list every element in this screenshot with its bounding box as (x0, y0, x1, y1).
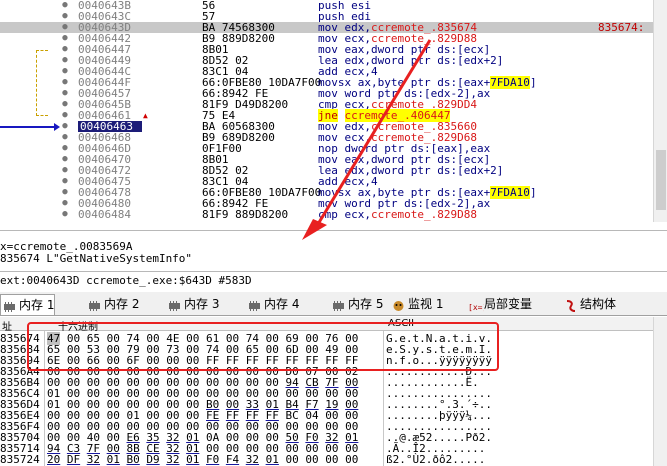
svg-text:[x=]: [x=] (468, 303, 484, 312)
instruction-comment: 835674: (598, 21, 645, 34)
hex-byte[interactable]: 00 (325, 453, 338, 466)
tab-label: 内存 5 (348, 297, 384, 311)
memory-icon (248, 298, 261, 311)
tab-5[interactable]: 内存 5 (330, 294, 383, 315)
breakpoint-dot[interactable]: ● (60, 55, 70, 66)
tab-7[interactable]: [x=]局部变量 (466, 294, 532, 315)
tab-label: 结构体 (580, 297, 617, 311)
breakpoint-dot[interactable]: ● (60, 22, 70, 33)
instruction-text: cmp ecx,ccremote_.829D88 (318, 209, 594, 220)
tab-label: 局部变量 (484, 297, 533, 311)
tab-1[interactable]: 内存 1 (0, 294, 56, 315)
hex-byte[interactable]: 32 (166, 453, 179, 466)
status-line: ext:0040643D ccremote_.exe:$643D #583D (0, 271, 667, 288)
tab-8[interactable]: 结构体 (562, 294, 616, 315)
tab-label: 内存 4 (264, 297, 300, 311)
scrollbar-thumb[interactable] (656, 150, 666, 210)
breakpoint-dot[interactable]: ● (60, 33, 70, 44)
breakpoint-dot[interactable]: ● (60, 44, 70, 55)
breakpoint-dot[interactable]: ● (60, 110, 70, 121)
tab-label: 内存 2 (104, 297, 140, 311)
memory-icon (168, 298, 181, 311)
disassembly-view[interactable]: ● 0040643B 56 push esi ● 0040643C 57 push edi ● 0… (0, 0, 667, 222)
struct-icon (564, 298, 577, 312)
hex-byte[interactable]: 32 (246, 453, 259, 466)
tab-2[interactable]: 内存 2 (86, 294, 139, 315)
jump-line (36, 50, 48, 116)
tab-label: 内存 3 (184, 297, 220, 311)
current-ip-arrow-icon (0, 126, 58, 128)
tab-label: 内存 1 (19, 298, 55, 312)
hex-byte[interactable]: D9 (146, 453, 159, 466)
asm-mnemonic: cmp ecx, (318, 208, 371, 221)
tab-4[interactable]: 内存 4 (246, 294, 299, 315)
hex-row[interactable]: 835724 20 DF 32 01 B0 D9 32 01 F0 F4 32 0… (0, 454, 667, 465)
hex-byte[interactable]: F4 (226, 453, 239, 466)
hex-byte[interactable]: 20 (47, 453, 60, 466)
breakpoint-dot[interactable]: ● (60, 187, 70, 198)
hex-byte[interactable]: 00 (345, 453, 358, 466)
instruction-bytes: 81F9 889D8200 (202, 208, 289, 221)
breakpoint-dot[interactable]: ● (60, 121, 70, 132)
instruction-bytes: 56 (202, 0, 216, 12)
hex-byte[interactable]: 01 (266, 453, 279, 466)
watch-icon (392, 298, 405, 311)
hex-scrollbar[interactable] (653, 317, 667, 466)
breakpoint-dot[interactable]: ● (60, 176, 70, 187)
tab-label: 监视 1 (408, 297, 444, 311)
hex-byte[interactable]: 32 (87, 453, 100, 466)
hex-byte[interactable]: 00 (286, 453, 299, 466)
annotation-box (27, 322, 499, 371)
breakpoint-dot[interactable]: ● (60, 209, 70, 220)
info-line-2: 835674 L"GetNativeSystemInfo" (0, 252, 193, 265)
jump-marker-icon: ▲ (143, 111, 148, 120)
disasm-scrollbar[interactable] (653, 0, 667, 222)
asm-operand[interactable]: ccremote_.829D88 (371, 208, 477, 221)
breakpoint-dot[interactable]: ● (60, 0, 70, 11)
instruction-address: 00406484 (78, 208, 131, 221)
hex-row-address: 835724 (0, 453, 40, 466)
dump-tab-bar: 内存 1 内存 2 内存 3 内存 4 内存 5 监视 1 [x=]局部变量 结构体 (0, 292, 667, 316)
breakpoint-dot[interactable]: ● (60, 99, 70, 110)
locals-icon: [x=] (468, 298, 487, 312)
memory-icon (3, 299, 16, 312)
hex-byte[interactable]: B0 (127, 453, 140, 466)
breakpoint-dot[interactable]: ● (60, 143, 70, 154)
hex-row-bytes: 20 DF 32 01 B0 D9 32 01 F0 F4 32 01 00 0… (47, 454, 382, 465)
disasm-row[interactable]: ● 00406484 81F9 889D8200 cmp ecx,ccremote_.… (0, 209, 667, 220)
tab-6[interactable]: 监视 1 (390, 294, 443, 315)
hex-byte[interactable]: 00 (305, 453, 318, 466)
hex-byte[interactable]: F0 (206, 453, 219, 466)
info-pane: x=ccremote_.0083569A 835674 L"GetNativeS… (0, 230, 667, 270)
breakpoint-dot[interactable]: ● (60, 11, 70, 22)
hex-byte[interactable]: DF (67, 453, 80, 466)
breakpoint-dot[interactable]: ● (60, 66, 70, 77)
hex-byte[interactable]: 01 (186, 453, 199, 466)
hex-byte[interactable]: 01 (107, 453, 120, 466)
breakpoint-dot[interactable]: ● (60, 165, 70, 176)
breakpoint-dot[interactable]: ● (60, 132, 70, 143)
breakpoint-dot[interactable]: ● (60, 77, 70, 88)
breakpoint-dot[interactable]: ● (60, 198, 70, 209)
hex-row-ascii: ß2.°Ù2.ðô2..... (386, 453, 486, 466)
ip-arrow-head (54, 123, 60, 131)
breakpoint-dot[interactable]: ● (60, 154, 70, 165)
memory-icon (332, 298, 345, 311)
breakpoint-dot[interactable]: ● (60, 88, 70, 99)
tab-3[interactable]: 内存 3 (166, 294, 219, 315)
memory-icon (88, 298, 101, 311)
